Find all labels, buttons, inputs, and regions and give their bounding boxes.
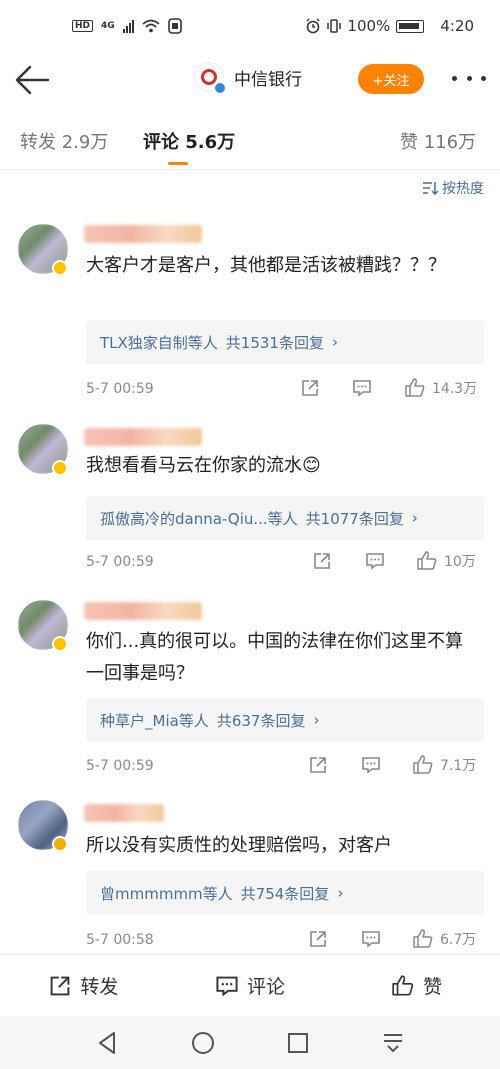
comment-button[interactable]: 评论 [167,955,334,1016]
vibrate-icon [327,19,342,33]
comment-time: 5-7 00:59 [86,758,154,774]
reply-count: 共1531条回复 [225,333,324,352]
like-count: 6.7万 [440,932,477,948]
share-icon[interactable] [312,551,332,571]
reply-users: TLX独家自制等人 [100,333,218,352]
repost-button[interactable]: 转发 [0,955,167,1016]
thumbs-up-icon [417,551,437,570]
verified-badge-icon [52,260,68,276]
username-blurred[interactable] [84,428,202,446]
wifi-icon [142,19,160,33]
tab-likes[interactable]: 赞 116万 [400,128,476,154]
system-nav-bar [0,1016,500,1069]
signal-icon [122,19,134,33]
more-options-icon[interactable] [452,66,486,90]
replies-preview[interactable]: 孤傲高冷的danna-Qiu...等人 共1077条回复 › [86,496,484,540]
username-blurred[interactable] [84,225,202,243]
network-type: 4G [101,21,115,31]
thumbs-up-icon [405,378,425,397]
status-bar: HD 4G 100% 4:20 [0,0,500,52]
like-button[interactable]: 7.1万 [412,755,476,775]
reply-users: 曾mmmmmm等人 [100,884,233,903]
chevron-right-icon: › [313,711,320,729]
recents-square-icon[interactable] [285,1030,311,1056]
bank-logo [194,62,226,94]
replies-preview[interactable]: TLX独家自制等人 共1531条回复 › [86,320,484,364]
sort-label: 按热度 [442,181,484,197]
battery-icon [396,19,425,33]
username-blurred[interactable] [84,602,202,620]
reply-icon[interactable] [361,929,381,949]
thumbs-up-icon [392,974,414,996]
username-blurred[interactable] [84,804,164,822]
share-icon[interactable] [308,755,328,775]
comment-time: 5-7 00:59 [86,554,154,570]
notification-pull-icon[interactable] [380,1030,406,1056]
comment-time: 5-7 00:58 [86,932,154,948]
tab-bar: 转发 2.9万 评论 5.6万 赞 116万 [0,108,500,170]
verified-badge-icon [52,836,68,852]
reply-icon[interactable] [361,755,381,775]
share-icon[interactable] [308,929,328,949]
back-button[interactable] [14,64,50,96]
chevron-right-icon: › [411,509,418,527]
reply-icon[interactable] [365,551,385,571]
chevron-right-icon: › [331,333,338,351]
comment-label: 评论 [247,976,286,998]
back-triangle-icon[interactable] [95,1030,121,1056]
top-nav: 中信银行 +关注 [0,52,500,108]
account-title[interactable]: 中信银行 [194,62,302,94]
comment-text: 你们...真的很可以。中国的法律在你们这里不算一回事是吗？ [86,631,464,684]
chevron-right-icon: › [337,884,344,902]
verified-badge-icon [52,636,68,652]
follow-button[interactable]: +关注 [358,64,424,94]
replies-preview[interactable]: 种草户_Mia等人 共637条回复 › [86,698,484,742]
tab-comments[interactable]: 评论 5.6万 [143,128,235,154]
tab-reposts[interactable]: 转发 2.9万 [20,128,108,154]
comment-time: 5-7 00:59 [86,381,154,397]
reply-users: 种草户_Mia等人 [100,711,209,730]
alarm-icon [306,18,320,34]
reply-count: 共754条回复 [240,884,330,903]
like-button[interactable]: 6.7万 [412,929,476,949]
like-label: 赞 [423,976,443,998]
battery-percent: 100% [347,17,391,35]
like-count: 7.1万 [440,758,477,774]
account-name: 中信银行 [234,69,302,90]
reply-users: 孤傲高冷的danna-Qiu...等人 [100,509,298,528]
share-icon[interactable] [300,378,320,398]
like-button[interactable]: 14.3万 [404,378,477,398]
reply-count: 共1077条回复 [305,509,404,528]
clock: 4:20 [440,17,474,35]
sort-icon [423,182,438,195]
verified-badge-icon [52,460,68,476]
comment-text: 大客户才是客户，其他都是活该被糟践？？？ [86,255,446,276]
thumbs-up-icon [413,755,433,774]
active-tab-indicator [168,162,188,165]
home-circle-icon[interactable] [190,1030,216,1056]
like-button[interactable]: 赞 [333,955,500,1016]
comment-text: 我想看看马云在你家的流水😊 [86,455,321,476]
verified-icon [214,82,226,94]
comment-text: 所以没有实质性的处理赔偿吗，对客户 [86,835,392,856]
back-arrow-icon [15,65,50,95]
comment-icon [216,976,238,996]
app-notification-icon [167,18,182,34]
reply-count: 共637条回复 [216,711,306,730]
sort-by-hot[interactable]: 按热度 [422,178,484,198]
reply-icon[interactable] [352,378,372,398]
share-icon [50,976,70,995]
like-button[interactable]: 10万 [416,551,476,571]
bottom-toolbar: 转发 评论 赞 [0,954,500,1016]
thumbs-up-icon [413,929,433,948]
repost-label: 转发 [80,976,119,998]
like-count: 14.3万 [432,381,478,397]
hd-badge: HD [72,20,94,32]
like-count: 10万 [444,554,476,570]
replies-preview[interactable]: 曾mmmmmm等人 共754条回复 › [86,871,484,915]
